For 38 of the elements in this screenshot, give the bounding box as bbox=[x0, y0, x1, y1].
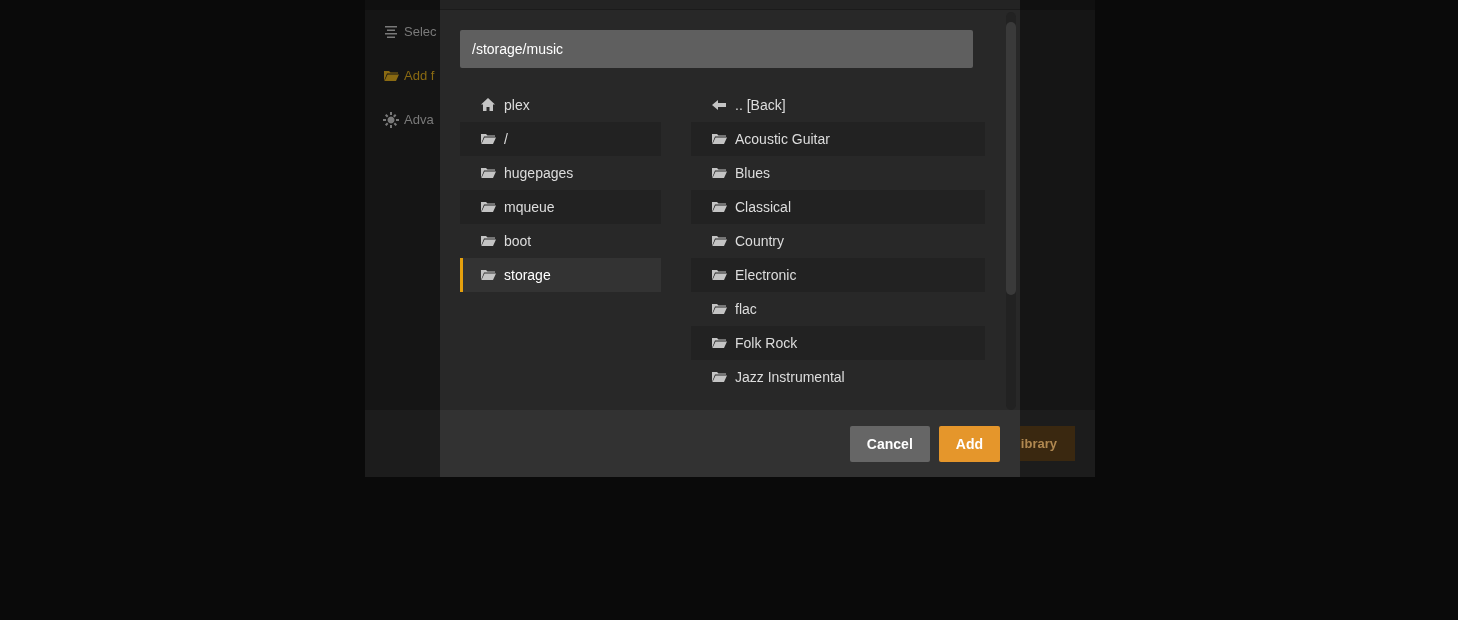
folder-item[interactable]: Electronic bbox=[691, 258, 985, 292]
folder-item[interactable]: .. [Back] bbox=[691, 88, 985, 122]
home-icon bbox=[480, 97, 496, 113]
folder-icon bbox=[480, 165, 496, 181]
folder-item[interactable]: Country bbox=[691, 224, 985, 258]
folder-item[interactable]: Folk Rock bbox=[691, 326, 985, 360]
place-item[interactable]: storage bbox=[460, 258, 661, 292]
folder-icon bbox=[711, 267, 727, 283]
folder-item[interactable]: Acoustic Guitar bbox=[691, 122, 985, 156]
folder-icon bbox=[711, 335, 727, 351]
folder-icon bbox=[480, 233, 496, 249]
settings-icon bbox=[383, 111, 399, 128]
sidebar-item[interactable]: Add f bbox=[404, 68, 435, 83]
place-item[interactable]: mqueue bbox=[460, 190, 661, 224]
sidebar-item[interactable]: Selec bbox=[404, 24, 437, 39]
folder-icon bbox=[480, 199, 496, 215]
folder-icon bbox=[480, 131, 496, 147]
folder-icon bbox=[711, 369, 727, 385]
folder-icon bbox=[711, 131, 727, 147]
folder-icon bbox=[711, 199, 727, 215]
place-item[interactable]: / bbox=[460, 122, 661, 156]
folder-icon bbox=[480, 267, 496, 283]
folder-icon bbox=[711, 165, 727, 181]
scrollbar-thumb[interactable] bbox=[1006, 22, 1016, 295]
list-icon bbox=[383, 23, 399, 40]
folder-item[interactable]: Blues bbox=[691, 156, 985, 190]
place-item[interactable]: plex bbox=[460, 88, 661, 122]
path-field[interactable]: /storage/music bbox=[460, 30, 973, 68]
place-item[interactable]: boot bbox=[460, 224, 661, 258]
folder-item[interactable]: Jazz Instrumental bbox=[691, 360, 985, 394]
place-item[interactable]: hugepages bbox=[460, 156, 661, 190]
folder-item[interactable]: flac bbox=[691, 292, 985, 326]
folder-icon bbox=[711, 233, 727, 249]
cancel-button[interactable]: Cancel bbox=[849, 425, 930, 462]
back-arrow-icon bbox=[711, 97, 727, 113]
folder-icon bbox=[711, 301, 727, 317]
sidebar-item[interactable]: Adva bbox=[404, 112, 434, 127]
folder-item[interactable]: Classical bbox=[691, 190, 985, 224]
